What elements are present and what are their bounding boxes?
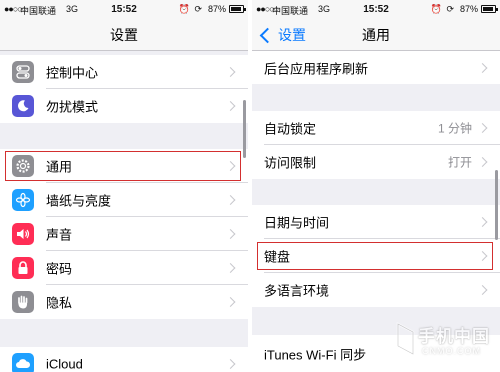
general-item-label: 访问限制 — [264, 155, 317, 171]
cnmo-logo-icon — [396, 322, 415, 356]
chevron-right-icon — [477, 217, 488, 227]
scrollbar[interactable] — [243, 100, 246, 158]
general-item-label: 键盘 — [264, 249, 291, 265]
rotation-lock-icon: ⟳ — [446, 4, 454, 14]
rotation-lock-icon: ⟳ — [194, 4, 202, 14]
settings-item-label: iCloud — [46, 356, 83, 372]
alarm-icon: ⏰ — [178, 4, 190, 14]
nav-bar: 设置 通用 — [252, 18, 500, 51]
icloud-icon — [12, 353, 34, 372]
nav-bar: 设置 — [0, 18, 248, 51]
chevron-right-icon — [225, 263, 236, 273]
general-item-restrictions[interactable]: 访问限制 打开 — [252, 145, 500, 179]
general-item-label: 日期与时间 — [264, 215, 330, 231]
general-item-date-time[interactable]: 日期与时间 — [252, 205, 500, 239]
status-bar: ●●○○○ 中国联通 3G 15:52 ⏰ ⟳ 87% — [252, 0, 500, 18]
battery-percent: 87% — [207, 4, 226, 14]
general-item-international[interactable]: 多语言环境 — [252, 273, 500, 307]
chevron-right-icon — [477, 157, 488, 167]
settings-item-label: 控制中心 — [46, 65, 99, 81]
settings-item-general[interactable]: 通用 — [0, 149, 248, 183]
battery-icon — [481, 5, 498, 13]
general-item-value: 打开 — [447, 155, 472, 170]
settings-item-privacy[interactable]: 隐私 — [0, 285, 248, 319]
settings-item-label: 墙纸与亮度 — [46, 193, 112, 209]
page-title: 通用 — [362, 27, 390, 43]
hand-icon — [12, 291, 34, 313]
settings-item-label: 隐私 — [46, 295, 73, 311]
chevron-right-icon — [225, 359, 236, 369]
battery-icon — [229, 5, 246, 13]
general-item-background-refresh[interactable]: 后台应用程序刷新 — [252, 51, 500, 84]
alarm-icon: ⏰ — [430, 4, 442, 14]
general-item-label: 自动锁定 — [264, 121, 317, 137]
general-item-label: 后台应用程序刷新 — [264, 61, 369, 76]
general-item-label: iTunes Wi-Fi 同步 — [264, 347, 367, 362]
settings-item-label: 勿扰模式 — [46, 99, 99, 115]
settings-screen: ●●○○○ 中国联通 3G 15:52 ⏰ ⟳ 87% 设置 控制中心 勿扰模式… — [0, 0, 248, 372]
settings-item-label: 声音 — [46, 227, 73, 243]
speaker-icon — [12, 223, 34, 245]
settings-item-control-center[interactable]: 控制中心 — [0, 55, 248, 89]
chevron-right-icon — [225, 195, 236, 205]
scrollbar[interactable] — [495, 170, 498, 240]
chevron-right-icon — [225, 67, 236, 77]
flower-icon — [12, 189, 34, 211]
battery-fill — [231, 7, 241, 11]
chevron-right-icon — [225, 229, 236, 239]
lock-icon — [12, 257, 34, 279]
settings-item-do-not-disturb[interactable]: 勿扰模式 — [0, 89, 248, 123]
chevron-right-icon — [225, 101, 236, 111]
page-title: 设置 — [110, 27, 138, 43]
chevron-right-icon — [477, 123, 488, 133]
chevron-right-icon — [477, 251, 488, 261]
chevron-right-icon — [225, 161, 236, 171]
watermark: 手机中国 CNMO.COM — [396, 316, 496, 362]
settings-item-wallpaper[interactable]: 墙纸与亮度 — [0, 183, 248, 217]
general-item-auto-lock[interactable]: 自动锁定 1 分钟 — [252, 111, 500, 145]
chevron-right-icon — [477, 285, 488, 295]
control-center-icon — [12, 61, 34, 83]
general-item-value: 1 分钟 — [437, 121, 472, 136]
chevron-right-icon — [225, 297, 236, 307]
watermark-text: 手机中国 — [418, 327, 490, 346]
general-item-label: 多语言环境 — [264, 283, 330, 299]
battery-fill — [483, 7, 493, 11]
settings-item-icloud[interactable]: iCloud — [0, 347, 248, 372]
chevron-right-icon — [477, 62, 488, 73]
settings-item-sounds[interactable]: 声音 — [0, 217, 248, 251]
settings-item-label: 密码 — [46, 261, 73, 277]
watermark-sub: CNMO.COM — [422, 346, 481, 356]
gear-icon — [12, 155, 34, 177]
settings-item-passcode[interactable]: 密码 — [0, 251, 248, 285]
moon-icon — [12, 95, 34, 117]
battery-percent: 87% — [459, 4, 478, 14]
general-screen: ●●○○○ 中国联通 3G 15:52 ⏰ ⟳ 87% 设置 通用 后台应用程序… — [252, 0, 500, 372]
settings-item-label: 通用 — [46, 159, 73, 175]
general-item-keyboard[interactable]: 键盘 — [252, 239, 500, 273]
status-bar: ●●○○○ 中国联通 3G 15:52 ⏰ ⟳ 87% — [0, 0, 248, 18]
